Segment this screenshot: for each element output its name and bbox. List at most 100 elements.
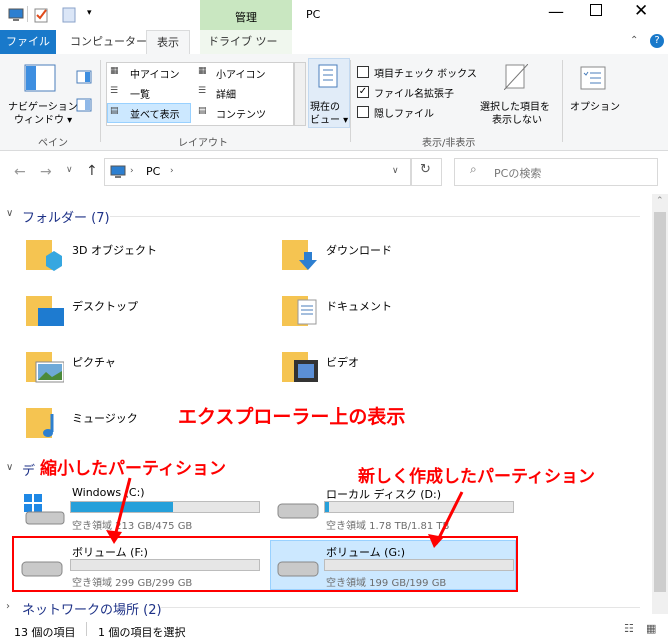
preview-pane-icon[interactable]	[76, 70, 92, 84]
content-icon: ▤	[198, 106, 207, 116]
breadcrumb-chevron-icon[interactable]: ›	[130, 166, 134, 176]
3d-objects-icon[interactable]	[24, 234, 64, 272]
folders-group-header[interactable]: フォルダー (7)	[22, 207, 110, 226]
title-bar: ▾ 管理 PC — ✕	[0, 0, 668, 30]
desktop-icon[interactable]	[24, 290, 64, 328]
search-input[interactable]	[454, 158, 658, 186]
quick-access-dropdown-icon[interactable]: ▾	[87, 8, 92, 18]
address-dropdown-icon[interactable]: ∨	[392, 166, 399, 176]
group-divider	[110, 216, 640, 217]
folder-pictures[interactable]: ピクチャ	[72, 354, 116, 370]
options-icon[interactable]	[580, 66, 606, 90]
collapse-chevron-icon[interactable]: ∨	[6, 208, 13, 219]
details-pane-icon[interactable]	[76, 98, 92, 112]
help-icon[interactable]: ?	[650, 34, 664, 48]
tab-computer[interactable]: コンピューター	[62, 30, 155, 54]
small-icons-icon: ▦	[198, 66, 207, 76]
drive-d-free-space: 空き領域 1.78 TB/1.81 TB	[326, 521, 450, 532]
devices-group-header[interactable]: デ	[22, 460, 35, 479]
layout-list[interactable]: 一覧	[130, 86, 150, 101]
up-arrow-icon[interactable]: ↑	[86, 163, 98, 179]
context-tab-header: 管理	[200, 0, 292, 30]
folder-desktop[interactable]: デスクトップ	[72, 298, 138, 314]
tiles-icon: ▤	[110, 106, 119, 116]
back-arrow-icon[interactable]: ←	[14, 164, 26, 180]
navigation-pane-icon[interactable]	[24, 64, 56, 92]
scrollbar-thumb[interactable]	[654, 212, 666, 592]
folder-downloads[interactable]: ダウンロード	[326, 242, 392, 258]
item-count: 13 個の項目	[14, 626, 76, 639]
windows-drive-icon[interactable]	[22, 490, 66, 526]
minimize-icon[interactable]: —	[548, 2, 564, 21]
status-bar: 13 個の項目 1 個の項目を選択 ☷ ▦	[0, 618, 668, 642]
layout-group-label: レイアウト	[178, 138, 228, 149]
annotation-new-label: 新しく作成したパーティション	[358, 467, 595, 487]
hide-selected-label-2: 表示しない	[492, 115, 542, 126]
folder-videos[interactable]: ビデオ	[326, 354, 359, 370]
layout-content[interactable]: コンテンツ	[216, 106, 266, 121]
forward-arrow-icon[interactable]: →	[40, 164, 52, 180]
current-view-icon	[318, 64, 338, 88]
local-disk-icon[interactable]	[276, 498, 320, 522]
drive-d-usage-fill	[325, 502, 329, 512]
navigation-bar: ← → ∨ ↑ › PC › ∨ ↻ ⌕ PCの検索	[0, 152, 668, 194]
selection-count: 1 個の項目を選択	[98, 626, 186, 639]
folder-documents[interactable]: ドキュメント	[326, 298, 392, 314]
music-icon[interactable]	[24, 402, 64, 440]
details-icon: ☰	[198, 86, 207, 96]
refresh-icon[interactable]: ↻	[420, 162, 431, 177]
divider	[27, 6, 28, 22]
layout-details[interactable]: 詳細	[216, 86, 236, 101]
tab-file[interactable]: ファイル	[0, 30, 56, 54]
pictures-icon[interactable]	[24, 346, 64, 384]
breadcrumb-chevron-icon[interactable]: ›	[170, 166, 174, 176]
layout-gallery-scroll[interactable]	[294, 62, 306, 126]
drive-c-name[interactable]: Windows (C:)	[72, 486, 145, 499]
folder-music[interactable]: ミュージック	[72, 410, 138, 426]
ribbon: ナビゲーション ウィンドウ ▾ ペイン ▦ 中アイコン ▦ 小アイコン ☰ 一覧…	[0, 54, 668, 151]
expand-chevron-icon[interactable]: ›	[6, 601, 10, 612]
annotation-shrunk-label: 縮小したパーティション	[40, 459, 226, 479]
options-button[interactable]: オプション	[570, 98, 620, 113]
maximize-icon[interactable]	[590, 4, 602, 16]
item-checkboxes-checkbox[interactable]	[357, 66, 369, 78]
drive-c-free-space: 空き領域 213 GB/475 GB	[72, 521, 193, 532]
item-checkboxes-label: 項目チェック ボックス	[374, 69, 477, 80]
layout-small-icons[interactable]: 小アイコン	[216, 66, 266, 81]
documents-icon[interactable]	[280, 290, 320, 328]
file-extensions-checkbox[interactable]: ✓	[357, 86, 369, 98]
drive-d-name[interactable]: ローカル ディスク (D:)	[326, 486, 441, 502]
network-group-header[interactable]: ネットワークの場所 (2)	[22, 599, 162, 618]
breadcrumb-pc[interactable]: PC	[146, 165, 160, 178]
details-view-icon[interactable]: ☷	[624, 622, 634, 635]
layout-tiles[interactable]: 並べて表示	[130, 106, 180, 121]
list-icon: ☰	[110, 86, 119, 96]
scroll-up-icon[interactable]: ⌃	[656, 196, 664, 206]
hide-selected-icon[interactable]	[504, 64, 528, 90]
layout-medium-icons[interactable]: 中アイコン	[130, 66, 180, 81]
recent-dropdown-icon[interactable]: ∨	[66, 165, 73, 175]
group-divider	[160, 607, 640, 608]
collapse-chevron-icon[interactable]: ∨	[6, 462, 13, 473]
annotation-explorer-label: エクスプローラー上の表示	[178, 406, 406, 428]
hidden-files-checkbox[interactable]	[357, 106, 369, 118]
navigation-pane-dropdown[interactable]: ウィンドウ ▾	[14, 111, 72, 126]
ribbon-tabs: ファイル コンピューター 表示 ドライブ ツール ⌃ ?	[0, 30, 668, 72]
divider	[86, 622, 87, 636]
search-placeholder: PCの検索	[494, 167, 542, 180]
folder-3d-objects[interactable]: 3D オブジェクト	[72, 242, 157, 258]
close-icon[interactable]: ✕	[634, 1, 648, 21]
tab-view[interactable]: 表示	[146, 30, 190, 55]
drive-d-usage-bar	[324, 501, 514, 513]
downloads-icon[interactable]	[280, 234, 320, 272]
large-icons-view-icon[interactable]: ▦	[646, 622, 656, 635]
new-folder-icon[interactable]	[62, 7, 76, 23]
hidden-files-label: 隠しファイル	[374, 109, 434, 120]
ribbon-collapse-icon[interactable]: ⌃	[630, 35, 638, 46]
properties-icon[interactable]	[34, 7, 48, 23]
tab-drive-tools[interactable]: ドライブ ツール	[200, 30, 292, 72]
videos-icon[interactable]	[280, 346, 320, 384]
computer-icon[interactable]	[8, 8, 24, 22]
pc-icon	[110, 165, 126, 178]
show-hide-group-label: 表示/非表示	[422, 138, 476, 149]
